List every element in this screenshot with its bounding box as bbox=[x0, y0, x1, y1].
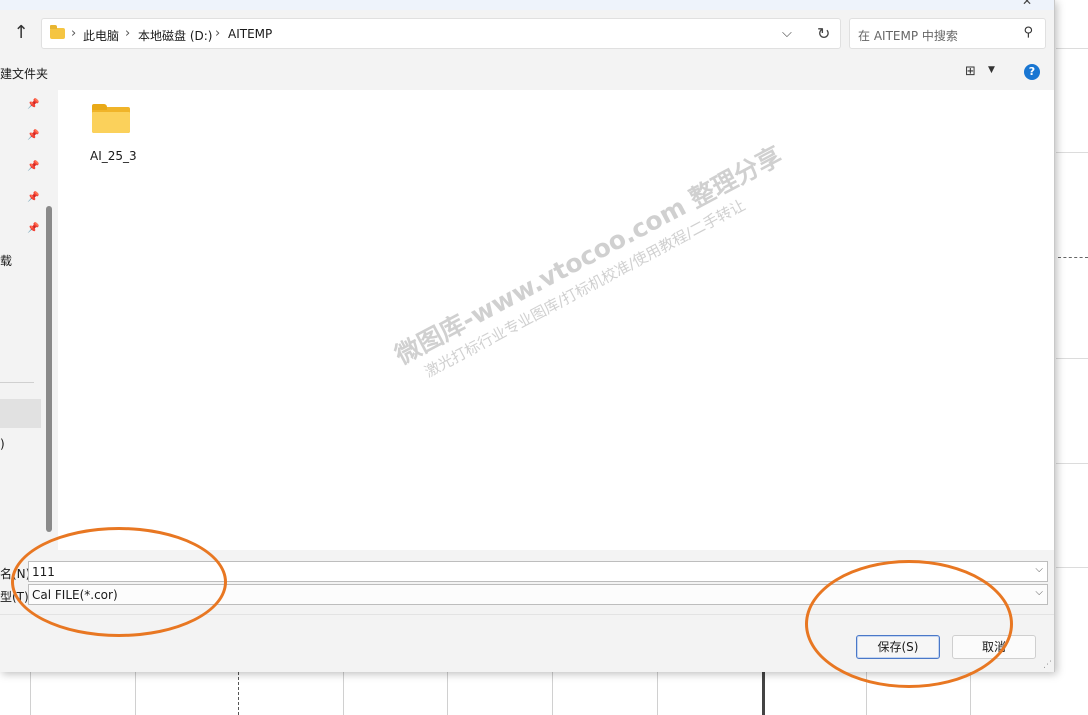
breadcrumb-aitemp[interactable]: AITEMP bbox=[228, 27, 272, 41]
grid-line bbox=[1056, 567, 1088, 568]
breadcrumb-separator: › bbox=[215, 26, 221, 41]
save-dialog: ✕ ↑ › 此电脑 › 本地磁盘 (D:) › AITEMP ⌵ ↻ 在 AIT… bbox=[0, 0, 1055, 672]
breadcrumb-separator: › bbox=[71, 26, 77, 41]
list-item[interactable]: AI_25_3 bbox=[84, 100, 137, 163]
save-button[interactable]: 保存(S) bbox=[856, 635, 940, 659]
nav-item-selected[interactable] bbox=[0, 399, 41, 428]
chevron-down-icon[interactable]: ⌵ bbox=[1035, 564, 1043, 575]
dialog-titlebar: ✕ bbox=[0, 0, 1054, 10]
watermark-line2: 激光打标行业专业图库/打标机校准/使用教程/二手转让 bbox=[421, 196, 749, 381]
toolbar: 建文件夹 ⊞ ▼ ? bbox=[0, 57, 1054, 87]
nav-scrollbar[interactable] bbox=[46, 206, 52, 532]
breadcrumb-this-pc[interactable]: 此电脑 bbox=[83, 27, 119, 44]
address-row: ↑ › 此电脑 › 本地磁盘 (D:) › AITEMP ⌵ ↻ 在 AITEM… bbox=[0, 14, 1054, 52]
grid-line bbox=[1056, 463, 1088, 464]
breadcrumb-local-disk[interactable]: 本地磁盘 (D:) bbox=[138, 27, 212, 44]
address-bar[interactable]: › 此电脑 › 本地磁盘 (D:) › AITEMP ⌵ ↻ bbox=[41, 18, 841, 49]
watermark: 微图库-www.vtocoo.com 整理分享 激光打标行业专业图库/打标机校准… bbox=[388, 137, 797, 391]
grid-line bbox=[1056, 358, 1088, 359]
up-arrow-icon[interactable]: ↑ bbox=[10, 23, 32, 45]
grid-line bbox=[30, 672, 31, 715]
refresh-icon[interactable]: ↻ bbox=[817, 24, 830, 43]
button-bar: 保存(S) 取消 ⋰ bbox=[0, 614, 1054, 672]
file-name: AI_25_3 bbox=[90, 149, 137, 163]
resize-grip-icon[interactable]: ⋰ bbox=[1043, 660, 1052, 670]
search-placeholder: 在 AITEMP 中搜索 bbox=[858, 29, 958, 43]
filetype-value: Cal FILE(*.cor) bbox=[32, 588, 118, 602]
grid-dashed-line bbox=[1058, 257, 1088, 258]
close-icon[interactable]: ✕ bbox=[1022, 0, 1032, 8]
pin-icon[interactable]: 📌 bbox=[27, 192, 39, 203]
pin-icon[interactable]: 📌 bbox=[27, 223, 39, 234]
folder-icon bbox=[92, 104, 130, 133]
grid-axis-line bbox=[762, 672, 765, 715]
chevron-down-icon[interactable]: ▼ bbox=[988, 65, 995, 75]
search-icon[interactable]: ⚲ bbox=[1023, 25, 1033, 40]
file-list: AI_25_3 微图库-www.vtocoo.com 整理分享 激光打标行业专业… bbox=[58, 90, 1054, 550]
grid-line bbox=[1056, 152, 1088, 153]
grid-line bbox=[135, 672, 136, 715]
filetype-row: 型(T): Cal FILE(*.cor) ⌵ bbox=[0, 584, 1054, 606]
pin-icon[interactable]: 📌 bbox=[27, 130, 39, 141]
navigation-pane: 📌 📌 📌 📌 📌 载 ) bbox=[0, 90, 56, 550]
folder-icon bbox=[50, 25, 65, 39]
nav-divider bbox=[0, 382, 34, 383]
grid-line bbox=[970, 672, 971, 715]
filename-field[interactable]: 111 ⌵ bbox=[28, 561, 1048, 582]
search-input[interactable]: 在 AITEMP 中搜索 ⚲ bbox=[849, 18, 1046, 49]
pin-icon[interactable]: 📌 bbox=[27, 161, 39, 172]
nav-item-partial[interactable]: ) bbox=[0, 437, 5, 451]
filename-value: 111 bbox=[32, 565, 55, 579]
new-folder-button[interactable]: 建文件夹 bbox=[0, 65, 48, 82]
grid-line bbox=[657, 672, 658, 715]
chevron-down-icon[interactable]: ⌵ bbox=[1035, 587, 1043, 598]
nav-item-partial[interactable]: 载 bbox=[0, 252, 12, 269]
chevron-down-icon[interactable]: ⌵ bbox=[782, 26, 792, 41]
grid-line bbox=[1056, 48, 1088, 49]
grid-line bbox=[447, 672, 448, 715]
grid-dashed-line bbox=[238, 672, 239, 715]
watermark-line1: 微图库-www.vtocoo.com 整理分享 bbox=[390, 140, 787, 371]
filename-row: 名(N): 111 ⌵ bbox=[0, 561, 1054, 583]
grid-line bbox=[552, 672, 553, 715]
filetype-select[interactable]: Cal FILE(*.cor) ⌵ bbox=[28, 584, 1048, 605]
cancel-button[interactable]: 取消 bbox=[952, 635, 1036, 659]
grid-line bbox=[866, 672, 867, 715]
view-grid-icon[interactable]: ⊞ bbox=[965, 64, 976, 79]
breadcrumb-separator: › bbox=[125, 26, 131, 41]
grid-line bbox=[343, 672, 344, 715]
pin-icon[interactable]: 📌 bbox=[27, 99, 39, 110]
help-icon[interactable]: ? bbox=[1024, 64, 1040, 80]
